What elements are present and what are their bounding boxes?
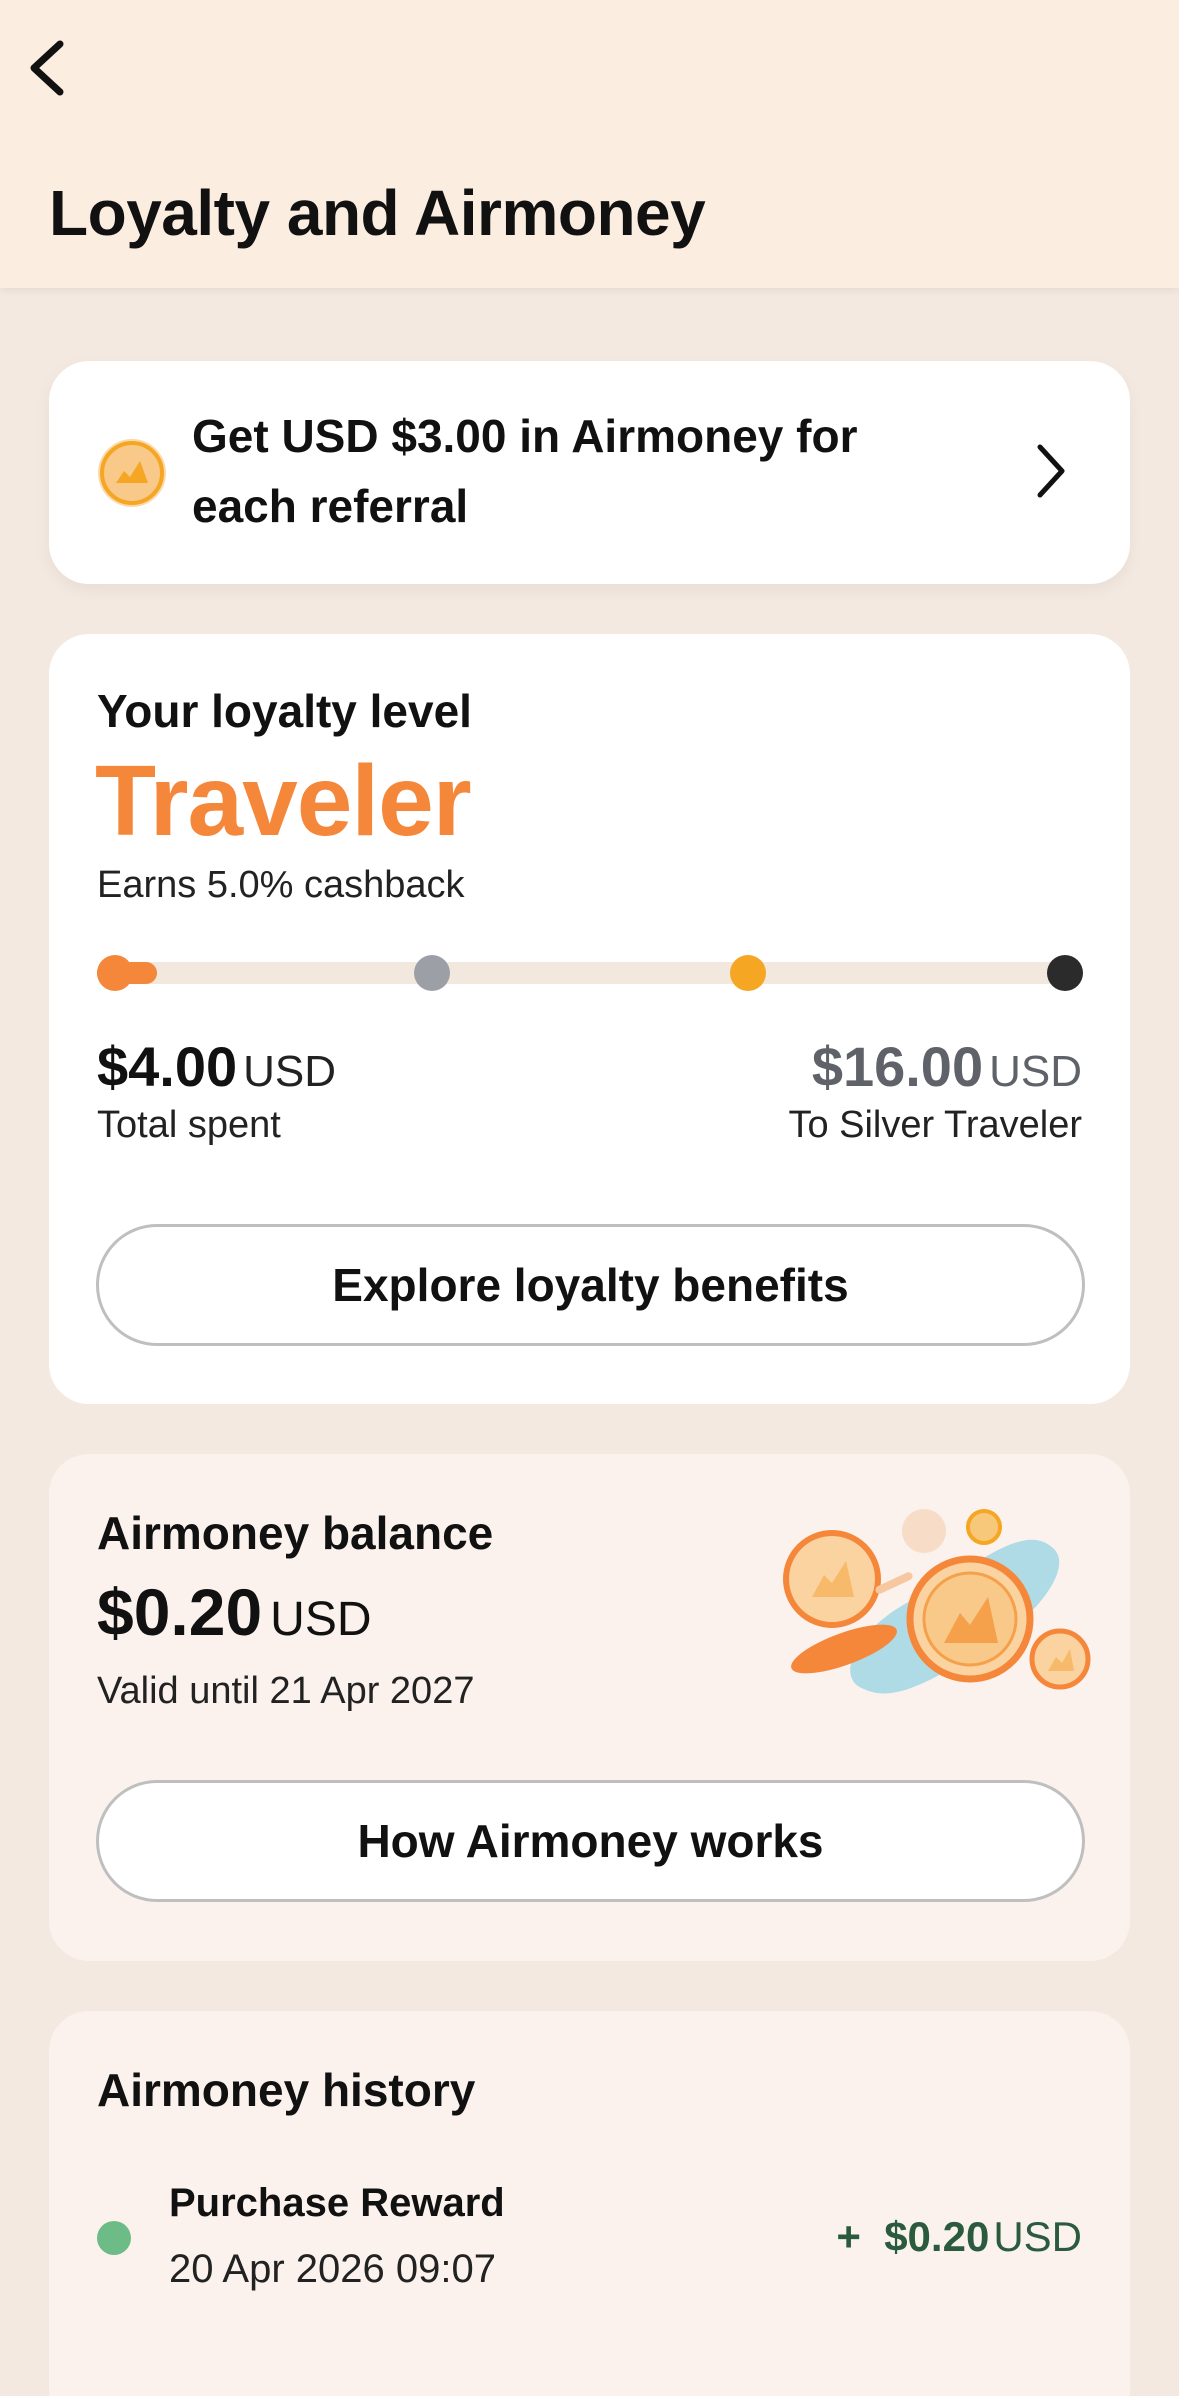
chevron-left-icon: [30, 40, 64, 96]
total-spent-value: $4.00: [97, 1035, 238, 1098]
amount-unit: USD: [993, 2213, 1082, 2260]
loyalty-progress-bar: [97, 955, 1083, 991]
loyalty-level-card: Your loyalty level Traveler Earns 5.0% c…: [49, 634, 1130, 1404]
balance-amount: $0.20 USD: [97, 1574, 372, 1650]
history-title: Airmoney history: [97, 2064, 476, 2116]
history-item-amount: + $0.20USD: [836, 2213, 1082, 2261]
cashback-rate: Earns 5.0% cashback: [97, 864, 465, 906]
status-dot: [97, 2221, 131, 2255]
remaining-amount: $16.00 USD: [812, 1034, 1082, 1099]
remaining-unit: USD: [989, 1047, 1082, 1096]
history-item-date: 20 Apr 2026 09:07: [169, 2247, 496, 2291]
top-app-bar: Loyalty and Airmoney: [0, 0, 1179, 288]
how-airmoney-works-button[interactable]: How Airmoney works: [96, 1780, 1085, 1902]
chevron-right-icon: [1037, 444, 1065, 498]
milestone-dot-gold: [730, 955, 766, 991]
amount-sign: +: [836, 2213, 861, 2260]
airmoney-balance-card: Airmoney balance $0.20 USD Valid until 21…: [49, 1454, 1130, 1961]
next-level-label: To Silver Traveler: [788, 1104, 1082, 1146]
airmoney-coin-icon: [98, 439, 166, 507]
history-row[interactable]: Purchase Reward 20 Apr 2026 09:07 + $0.2…: [49, 2161, 1130, 2291]
referral-text: Get USD $3.00 in Airmoney for each refer…: [192, 410, 858, 532]
total-spent-amount: $4.00 USD: [97, 1034, 336, 1099]
progress-track: [97, 962, 1083, 984]
remaining-value: $16.00: [811, 1035, 984, 1098]
loyalty-level-label: Your loyalty level: [97, 685, 472, 737]
airmoney-history-card: Airmoney history Purchase Reward 20 Apr …: [49, 2011, 1130, 2396]
total-spent-label: Total spent: [97, 1104, 281, 1146]
coins-illustration: [783, 1509, 1091, 1694]
loyalty-level-name: Traveler: [95, 745, 472, 857]
total-spent-unit: USD: [243, 1047, 337, 1096]
explore-loyalty-benefits-button[interactable]: Explore loyalty benefits: [96, 1224, 1085, 1346]
balance-value: $0.20: [97, 1575, 263, 1649]
milestone-dot-silver: [414, 955, 450, 991]
page-title: Loyalty and Airmoney: [49, 177, 706, 249]
back-button[interactable]: [18, 30, 74, 106]
balance-label: Airmoney balance: [97, 1507, 494, 1559]
milestone-dot-traveler: [97, 955, 133, 991]
balance-validity: Valid until 21 Apr 2027: [97, 1670, 475, 1712]
balance-unit: USD: [270, 1593, 372, 1646]
referral-banner[interactable]: Get USD $3.00 in Airmoney for each refer…: [49, 361, 1130, 584]
amount-value: $0.20: [884, 2213, 990, 2260]
milestone-dot-top: [1047, 955, 1083, 991]
history-item-name: Purchase Reward: [169, 2181, 505, 2225]
